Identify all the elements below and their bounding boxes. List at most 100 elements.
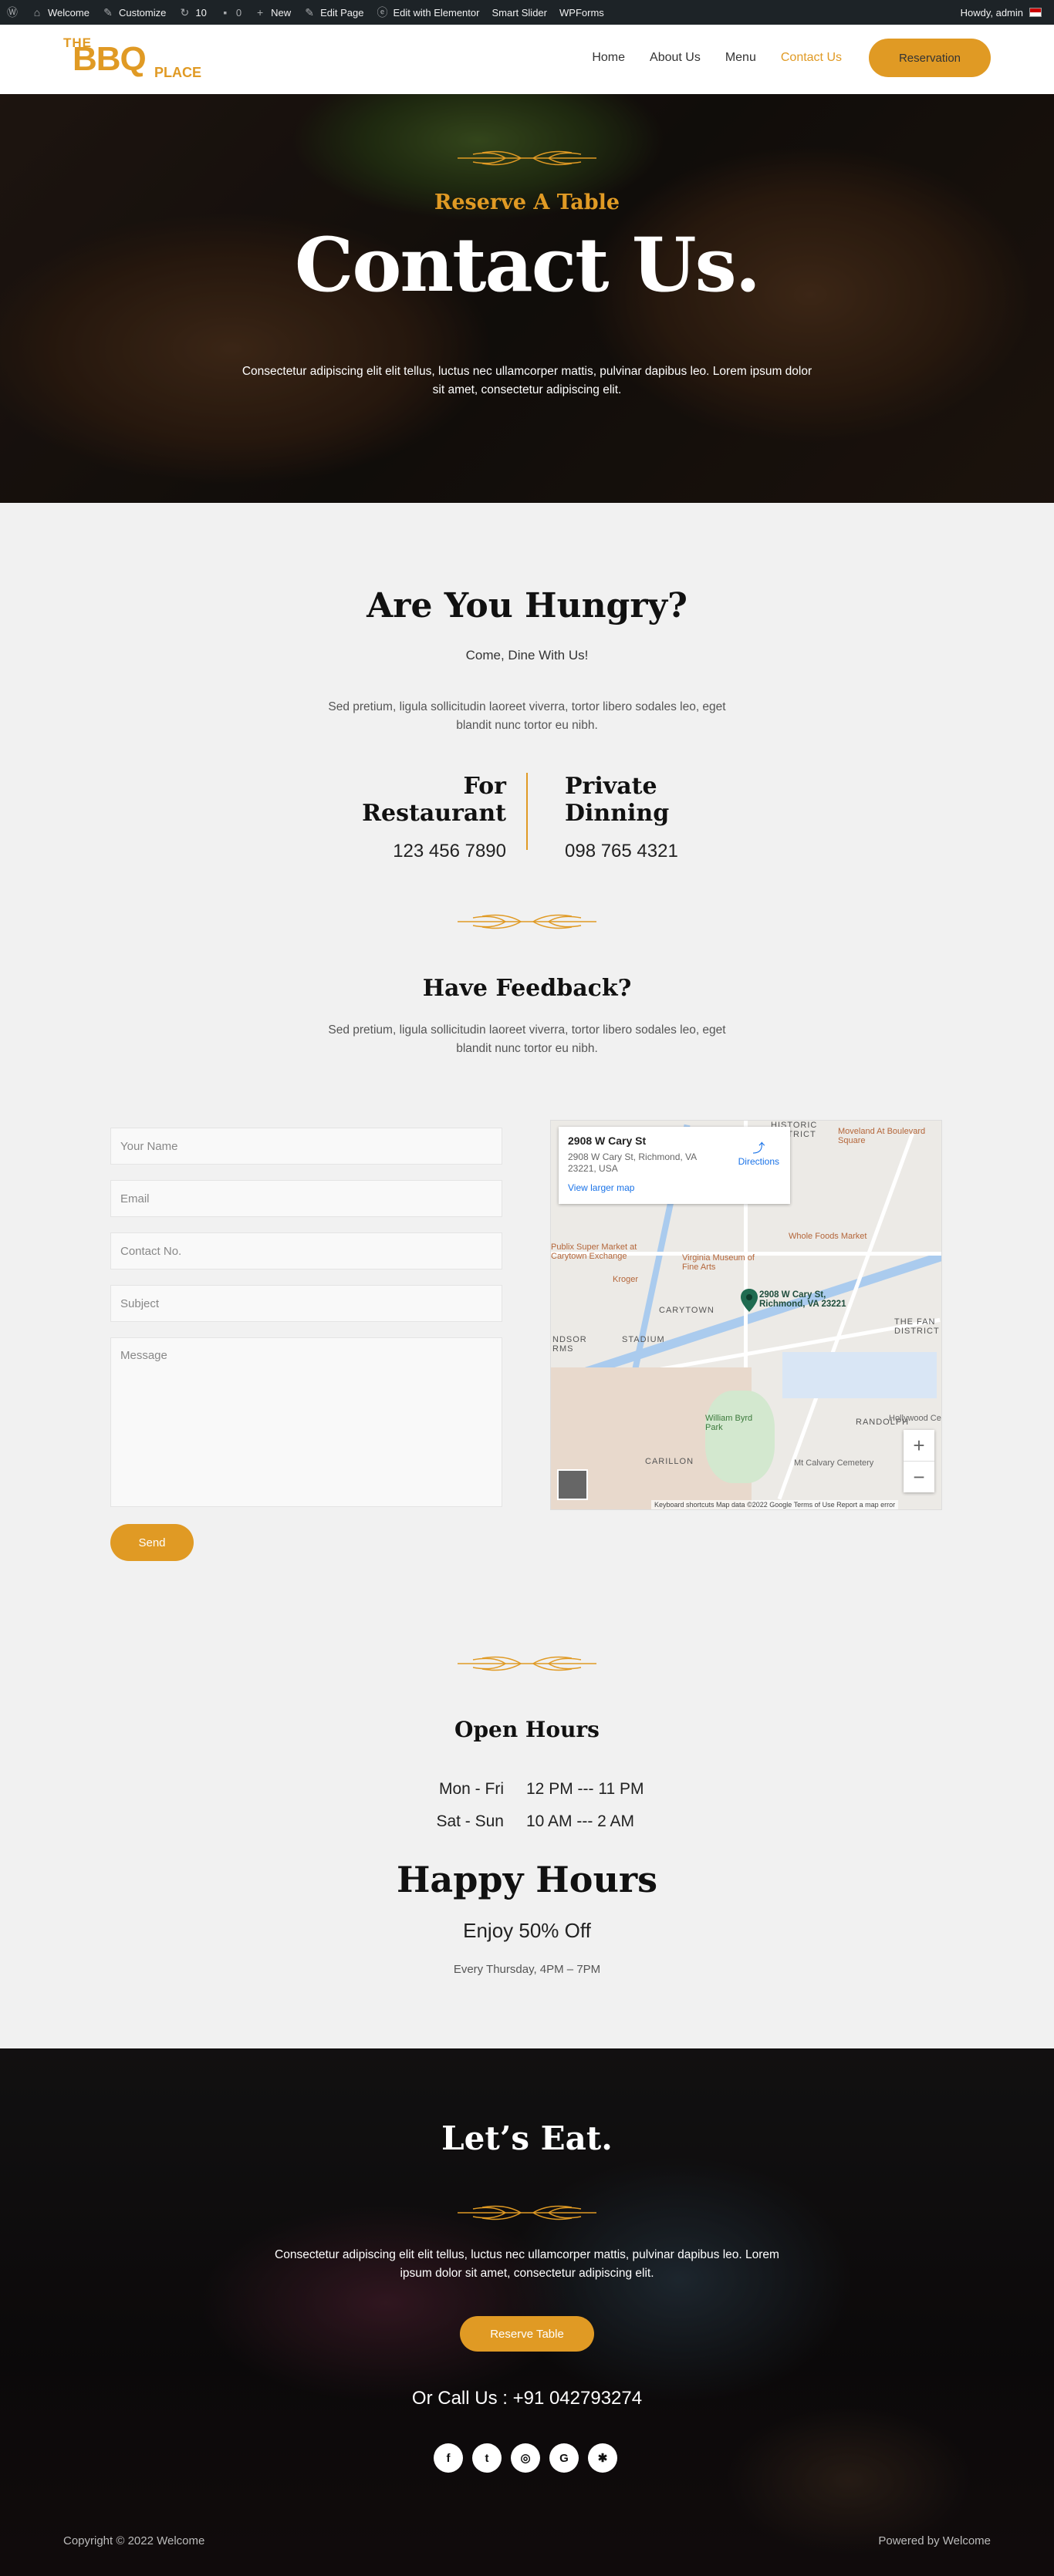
name-field[interactable]: Your Name [110, 1128, 502, 1165]
adminbar-updates-count: 10 [195, 6, 207, 19]
comment-icon: ▪ [223, 6, 228, 19]
updates-icon: ↻ [180, 6, 190, 19]
adminbar-smart-slider-label: Smart Slider [492, 6, 547, 19]
adminbar-account[interactable]: Howdy, admin [961, 7, 1054, 19]
adminbar-comments[interactable]: ▪ 0 [213, 0, 248, 25]
wordpress-icon: Ⓦ [7, 6, 18, 19]
map-poi[interactable]: Kroger [613, 1275, 638, 1284]
hours-time: 12 PM --- 11 PM [526, 1780, 644, 1798]
home-icon: ⌂ [33, 6, 41, 19]
plus-icon: + [256, 6, 264, 19]
contact-placeholder: Contact No. [120, 1244, 182, 1258]
directions-button[interactable]: ⤴ Directions [738, 1138, 779, 1167]
wheat-divider-icon [458, 150, 596, 166]
reserve-table-button[interactable]: Reserve Table [460, 2316, 594, 2352]
subject-field[interactable]: Subject [110, 1285, 502, 1322]
logo-place: PLACE [154, 65, 202, 80]
map-poi[interactable]: William Byrd Park [705, 1414, 759, 1432]
happy-hours-offer: Enjoy 50% Off [463, 1919, 591, 1942]
message-field[interactable]: Message [110, 1337, 502, 1507]
google-map[interactable]: CARYTOWN STADIUM CARILLON RANDOLPH THE F… [550, 1120, 942, 1510]
adminbar-customize[interactable]: ✎ Customize [96, 0, 172, 25]
map-label: THE FAN DISTRICT [894, 1317, 940, 1336]
map-area [782, 1352, 937, 1398]
nav-home[interactable]: Home [592, 51, 625, 65]
howdy-label: Howdy, admin [960, 6, 1023, 19]
happy-hours-title: Happy Hours [396, 1859, 658, 1900]
restaurant-title: For Restaurant [362, 773, 506, 827]
zoom-out-button[interactable]: − [904, 1461, 934, 1492]
map-poi[interactable]: Publix Super Market at Carytown Exchange [551, 1242, 651, 1261]
footer-text: Consectetur adipiscing elit elit tellus,… [275, 2248, 779, 2280]
wheat-divider-icon [458, 2205, 596, 2220]
map-poi[interactable]: Mt Calvary Cemetery [794, 1458, 873, 1468]
adminbar-elementor[interactable]: ⓔ Edit with Elementor [370, 0, 485, 25]
contact-field[interactable]: Contact No. [110, 1232, 502, 1269]
happy-hours-when: Every Thursday, 4PM – 7PM [453, 1963, 601, 1976]
twitter-icon[interactable]: t [472, 2443, 502, 2473]
send-button[interactable]: Send [110, 1524, 194, 1561]
facebook-icon[interactable]: f [434, 2443, 463, 2473]
adminbar-site-label: Welcome [48, 6, 90, 19]
hungry-subtitle: Come, Dine With Us! [465, 648, 589, 663]
map-label: CARILLON [645, 1457, 694, 1466]
open-hours-title: Open Hours [454, 1717, 600, 1742]
avatar [1029, 8, 1042, 17]
view-larger-map-link[interactable]: View larger map [568, 1182, 781, 1193]
contact-divider [526, 773, 528, 850]
map-poi[interactable]: Hollywood Ce [889, 1414, 941, 1423]
name-placeholder: Your Name [120, 1139, 178, 1153]
elementor-icon: ⓔ [377, 6, 388, 19]
brush-icon: ✎ [103, 6, 113, 19]
hero-kicker: Reserve A Table [434, 191, 620, 214]
map-poi[interactable]: Whole Foods Market [789, 1232, 867, 1241]
adminbar-new[interactable]: + New [248, 0, 297, 25]
map-poi[interactable]: Virginia Museum of Fine Arts [682, 1253, 767, 1272]
zoom-in-button[interactable]: + [904, 1430, 934, 1461]
wp-admin-bar: Ⓦ ⌂ Welcome ✎ Customize ↻ 10 ▪ 0 + New ✎ Edit … [0, 0, 1054, 25]
map-park [705, 1391, 775, 1483]
adminbar-edit-page-label: Edit Page [320, 6, 364, 19]
site-logo[interactable]: THE BBQ PLACE [63, 34, 206, 85]
map-card-address: 2908 W Cary St, Richmond, VA 23221, USA [568, 1151, 697, 1174]
reservation-button[interactable]: Reservation [869, 39, 991, 77]
hours-days: Sat - Sun [436, 1812, 504, 1830]
feedback-text: Sed pretium, ligula sollicitudin laoreet… [328, 1023, 726, 1055]
map-layer-thumbnail[interactable] [557, 1469, 588, 1500]
call-us[interactable]: Or Call Us : +91 042793274 [0, 2388, 1054, 2409]
nav-contact[interactable]: Contact Us [781, 51, 842, 65]
hero-text: Consectetur adipiscing elit elit tellus,… [242, 365, 812, 396]
adminbar-edit-page[interactable]: ✎ Edit Page [297, 0, 370, 25]
adminbar-wpforms[interactable]: WPForms [553, 0, 610, 25]
private-phone[interactable]: 098 765 4321 [565, 841, 738, 862]
adminbar-elementor-label: Edit with Elementor [393, 6, 480, 19]
wheat-divider-icon [458, 914, 596, 929]
hours-days: Mon - Fri [439, 1780, 504, 1798]
yelp-icon[interactable]: ✱ [588, 2443, 617, 2473]
adminbar-smart-slider[interactable]: Smart Slider [485, 0, 553, 25]
google-icon[interactable]: G [549, 2443, 579, 2473]
wordpress-menu[interactable]: Ⓦ [0, 0, 25, 25]
instagram-icon[interactable]: ◎ [511, 2443, 540, 2473]
nav-about[interactable]: About Us [650, 51, 701, 65]
hungry-text: Sed pretium, ligula sollicitudin laoreet… [328, 700, 726, 732]
adminbar-site[interactable]: ⌂ Welcome [25, 0, 96, 25]
map-pin-icon[interactable] [741, 1289, 758, 1312]
subject-placeholder: Subject [120, 1296, 160, 1310]
map-info-card: 2908 W Cary St 2908 W Cary St, Richmond,… [559, 1127, 790, 1204]
footer-title: Let’s Eat. [441, 2119, 613, 2157]
adminbar-comments-count: 0 [235, 6, 242, 19]
main-nav: Home About Us Menu Contact Us Reservatio… [592, 39, 991, 77]
adminbar-updates[interactable]: ↻ 10 [172, 0, 212, 25]
adminbar-new-label: New [271, 6, 292, 19]
map-pin-label: 2908 W Cary St, Richmond, VA 23221 [759, 1290, 846, 1309]
hours-time: 10 AM --- 2 AM [526, 1812, 635, 1830]
email-placeholder: Email [120, 1192, 150, 1205]
map-poi[interactable]: Moveland At Boulevard Square [838, 1127, 938, 1145]
pencil-icon: ✎ [305, 6, 314, 19]
footer-section: Let’s Eat. Consectetur adipiscing elit e… [0, 2048, 1054, 2576]
nav-menu[interactable]: Menu [725, 51, 756, 65]
restaurant-phone[interactable]: 123 456 7890 [329, 841, 506, 862]
logo-bbq: BBQ [73, 40, 147, 78]
email-field[interactable]: Email [110, 1180, 502, 1217]
